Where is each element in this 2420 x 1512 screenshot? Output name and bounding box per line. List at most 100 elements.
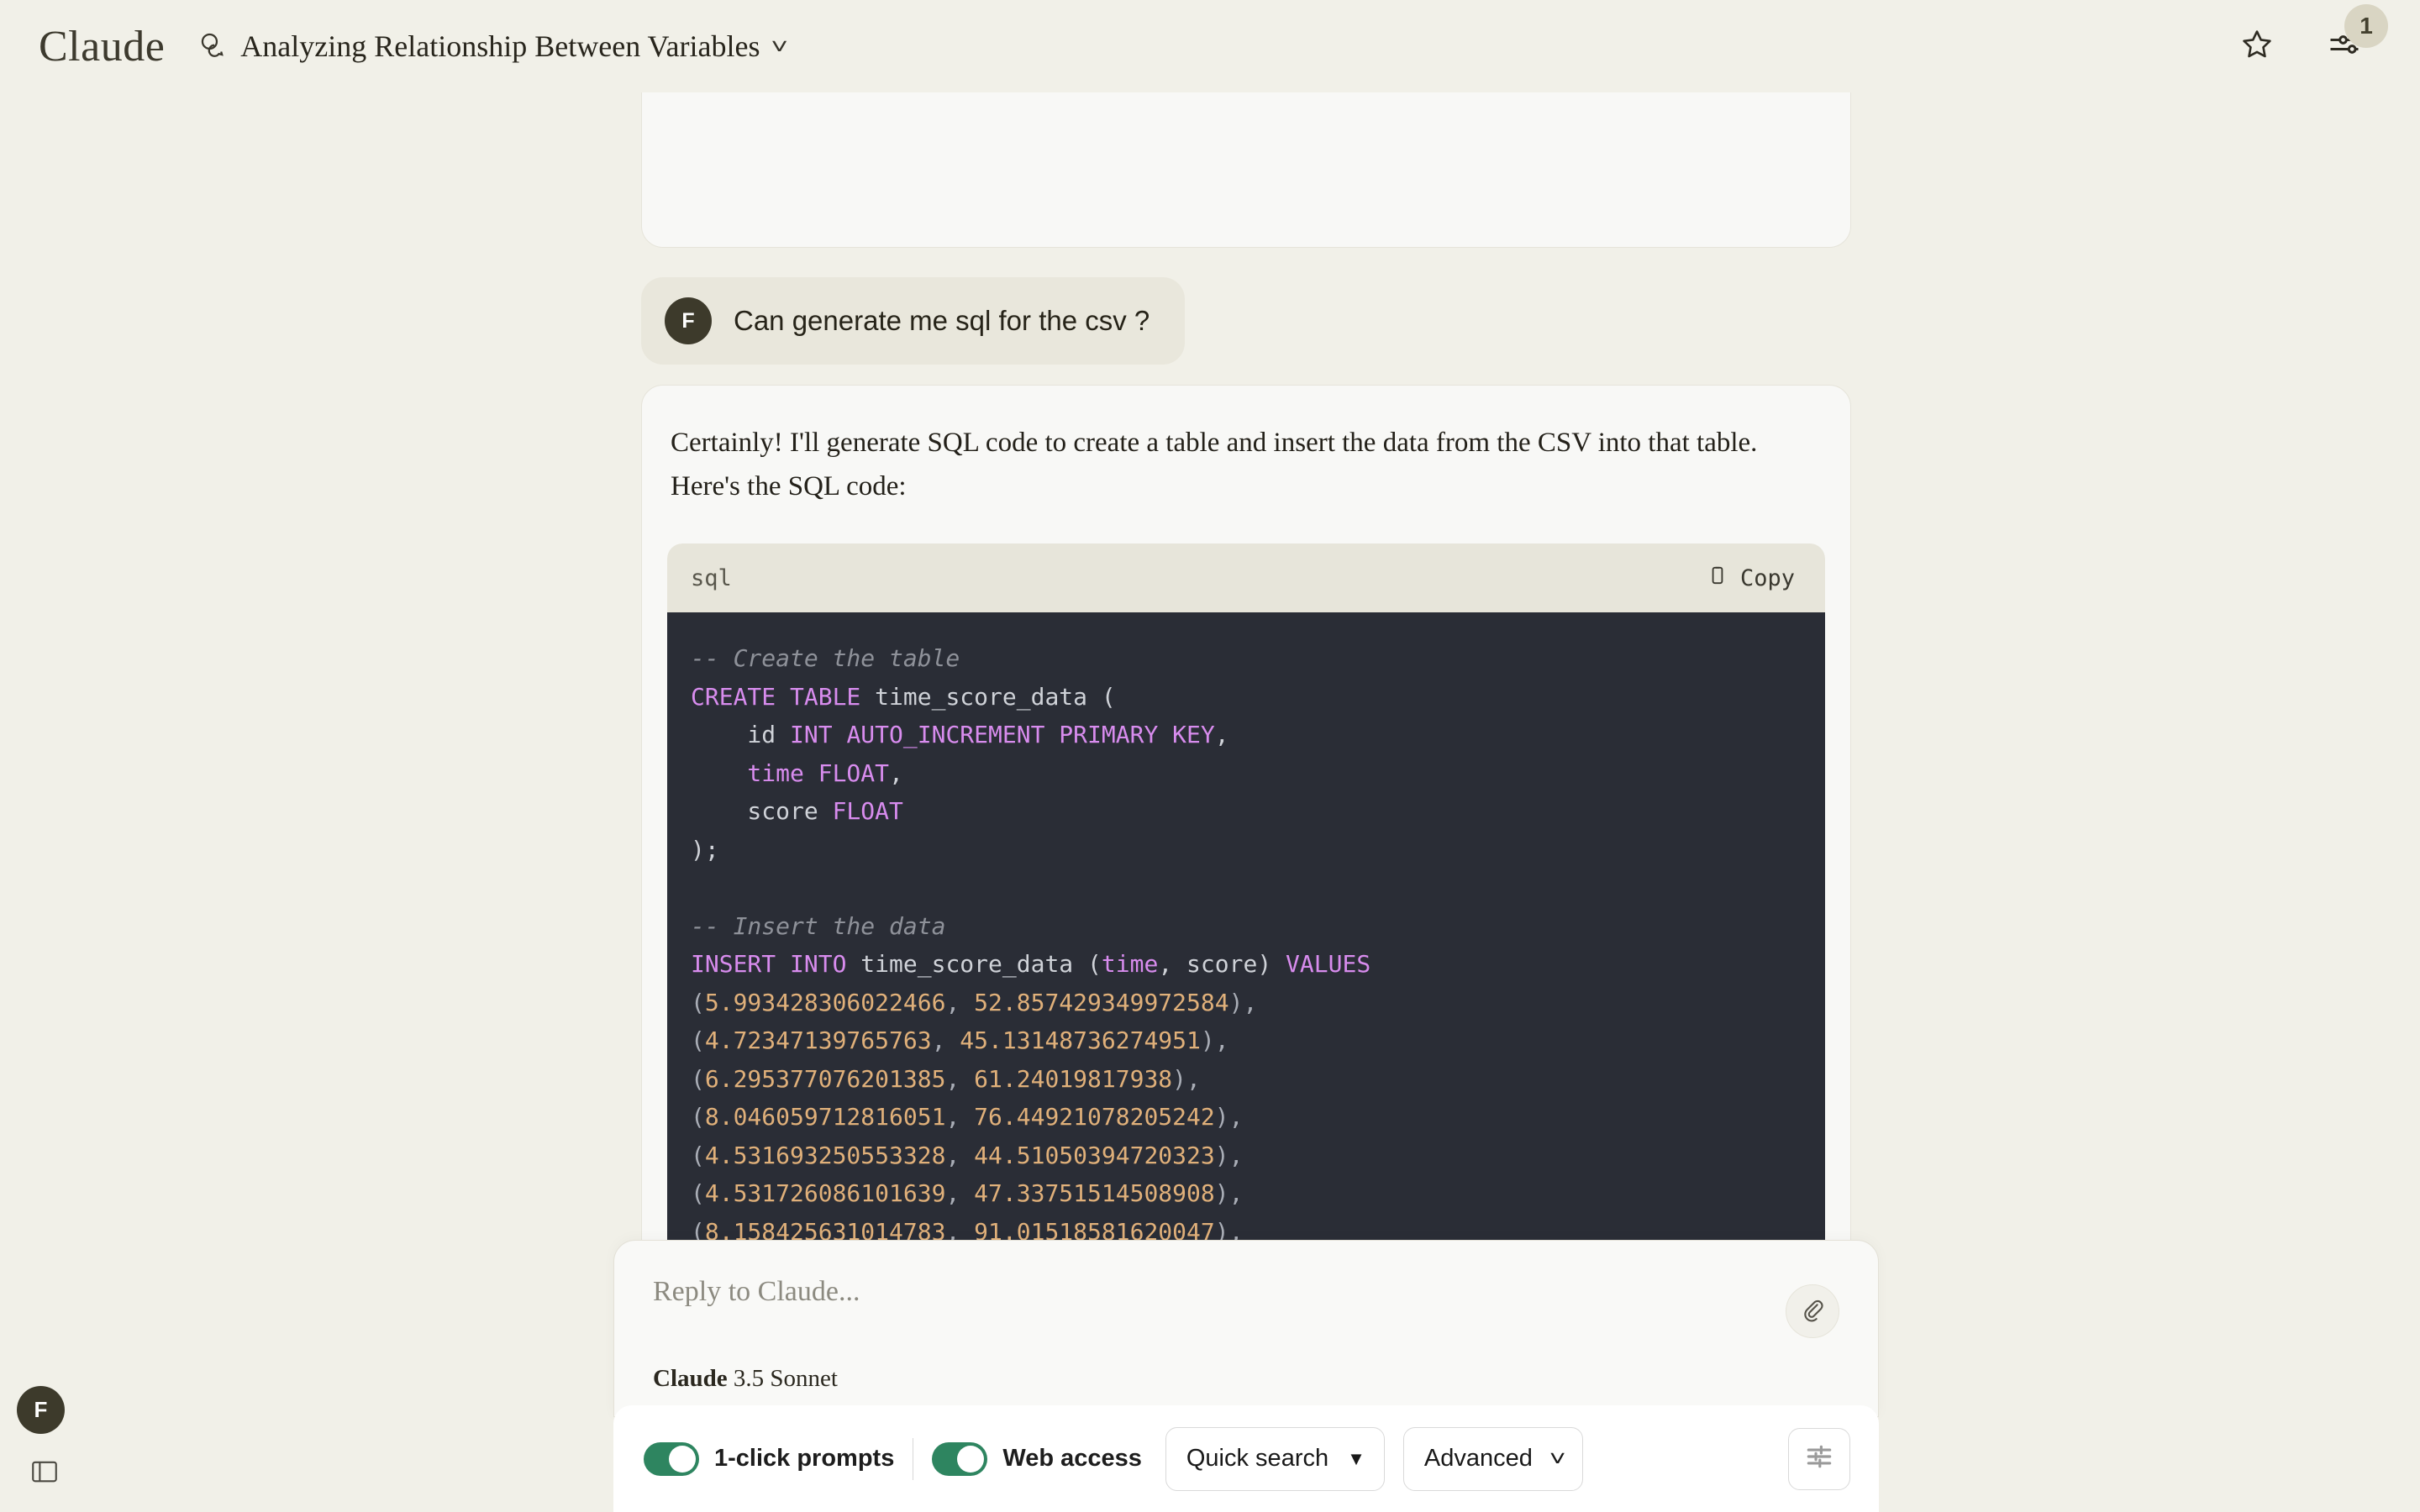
- code-punct: (: [691, 1179, 705, 1207]
- copy-label: Copy: [1739, 564, 1795, 591]
- code-value-time: 4.72347139765763: [704, 1026, 932, 1054]
- toggle-web-access[interactable]: [932, 1441, 988, 1476]
- code-comment: -- Insert the data: [691, 911, 946, 940]
- code-token: time_score_data (: [846, 950, 1102, 978]
- user-message-row: F Can generate me sql for the csv ?: [641, 277, 1851, 365]
- code-line: CREATE TABLE time_score_data (: [667, 678, 1825, 717]
- code-value-score: 52.857429349972584: [974, 988, 1229, 1016]
- code-line: (4.531693250553328, 44.51050394720323),: [667, 1137, 1825, 1175]
- code-token: time: [691, 759, 818, 787]
- floating-user-avatar[interactable]: F: [17, 1386, 65, 1434]
- user-message-text: Can generate me sql for the csv ?: [734, 305, 1150, 336]
- label-web-access: Web access: [1002, 1445, 1142, 1472]
- code-punct: ,: [945, 1064, 975, 1093]
- code-token: INT AUTO_INCREMENT PRIMARY KEY: [790, 721, 1215, 748]
- code-value-time: 4.531693250553328: [704, 1141, 946, 1169]
- extension-settings-button[interactable]: [1788, 1427, 1850, 1490]
- code-token: CREATE TABLE: [691, 682, 861, 711]
- extension-toolbar: 1-click prompts Web access Quick search …: [613, 1405, 1879, 1512]
- code-line: time FLOAT,: [667, 754, 1825, 793]
- star-button[interactable]: [2233, 23, 2281, 70]
- code-punct: ,: [945, 1179, 975, 1207]
- code-punct: ,: [945, 1141, 975, 1169]
- code-punct: (: [691, 1103, 705, 1131]
- model-version: 3.5 Sonnet: [733, 1365, 838, 1392]
- quick-search-value: Quick search: [1186, 1445, 1329, 1472]
- code-line: -- Insert the data: [667, 907, 1825, 946]
- claude-chat-window: Claude Analyzing Relationship Between Va…: [0, 0, 2420, 1512]
- code-punct: ,: [931, 1026, 960, 1054]
- code-token: INSERT INTO: [691, 950, 847, 978]
- code-punct: ),: [1214, 1103, 1244, 1131]
- code-line: (5.993428306022466, 52.857429349972584),: [667, 984, 1825, 1022]
- code-line: -- Create the table: [667, 639, 1825, 678]
- code-line: score FLOAT: [667, 792, 1825, 831]
- code-punct: (: [691, 1064, 705, 1093]
- sliders-icon: [1803, 1441, 1835, 1477]
- code-punct: ),: [1200, 1026, 1229, 1054]
- code-token: id: [691, 721, 791, 748]
- code-line: INSERT INTO time_score_data (time, score…: [667, 945, 1825, 984]
- code-value-score: 76.44921078205242: [974, 1103, 1215, 1131]
- code-block-header: sql Copy: [667, 543, 1825, 612]
- app-logo[interactable]: Claude: [39, 22, 165, 71]
- code-line: (8.046059712816051, 76.44921078205242),: [667, 1098, 1825, 1137]
- label-1-click-prompts: 1-click prompts: [714, 1445, 895, 1472]
- code-punct: (: [691, 1026, 705, 1054]
- code-punct: ,: [945, 988, 975, 1016]
- advanced-value: Advanced: [1423, 1445, 1533, 1472]
- code-token: ,: [889, 759, 903, 787]
- code-value-time: 6.295377076201385: [704, 1064, 946, 1093]
- code-token: , score): [1158, 950, 1286, 978]
- quick-search-select[interactable]: Quick search ▼: [1165, 1426, 1385, 1491]
- code-punct: ),: [1228, 988, 1258, 1016]
- chat-title-dropdown[interactable]: Analyzing Relationship Between Variables…: [198, 29, 789, 64]
- star-icon: [2239, 27, 2275, 66]
- code-token: VALUES: [1286, 950, 1371, 978]
- chat-title-text: Analyzing Relationship Between Variables: [240, 29, 760, 63]
- code-language-label: sql: [691, 564, 732, 591]
- code-comment: -- Create the table: [691, 644, 960, 672]
- paperclip-icon: [1800, 1297, 1825, 1326]
- reply-input[interactable]: Reply to Claude...: [653, 1276, 1839, 1328]
- code-value-time: 5.993428306022466: [704, 988, 946, 1016]
- chevron-down-icon: ˅: [1549, 1446, 1566, 1471]
- model-name: Claude: [653, 1365, 728, 1392]
- attach-file-button[interactable]: [1786, 1284, 1839, 1338]
- copy-code-button[interactable]: Copy: [1707, 564, 1795, 592]
- toggle-1-click-prompts[interactable]: [644, 1441, 699, 1476]
- code-punct: ,: [945, 1103, 975, 1131]
- toggle-knob: [669, 1445, 696, 1473]
- reply-composer[interactable]: Reply to Claude... Claude 3.5 Sonnet: [613, 1240, 1879, 1417]
- topbar-actions: 1: [2233, 4, 2388, 70]
- sidebar-toggle-button[interactable]: [32, 1461, 57, 1483]
- assistant-intro-text: Certainly! I'll generate SQL code to cre…: [671, 428, 1758, 501]
- settings-badge: 1: [2344, 4, 2388, 48]
- chevron-down-icon: ˅: [771, 34, 789, 59]
- code-value-time: 8.046059712816051: [704, 1103, 946, 1131]
- code-punct: ),: [1214, 1179, 1244, 1207]
- model-selector[interactable]: Claude 3.5 Sonnet: [653, 1365, 1839, 1393]
- code-token: score: [691, 797, 833, 825]
- code-value-time: 4.531726086101639: [704, 1179, 946, 1207]
- panel-left-icon: [32, 1461, 57, 1486]
- code-token: ,: [1214, 721, 1229, 748]
- code-line: (4.531726086101639, 47.33751514508908),: [667, 1174, 1825, 1213]
- code-token: time_score_data (: [860, 682, 1116, 711]
- code-punct: (: [691, 988, 705, 1016]
- chevron-down-icon: ▼: [1347, 1447, 1365, 1469]
- code-punct: ),: [1214, 1141, 1244, 1169]
- top-bar: Claude Analyzing Relationship Between Va…: [0, 0, 2420, 92]
- code-value-score: 44.51050394720323: [974, 1141, 1215, 1169]
- settings-button[interactable]: 1: [2321, 4, 2388, 70]
- code-line: id INT AUTO_INCREMENT PRIMARY KEY,: [667, 716, 1825, 754]
- code-token: FLOAT: [818, 759, 890, 787]
- clipboard-icon: [1707, 564, 1728, 592]
- user-avatar: F: [665, 297, 712, 344]
- code-value-score: 47.33751514508908: [974, 1179, 1215, 1207]
- code-value-score: 45.13148736274951: [960, 1026, 1201, 1054]
- user-message-bubble: F Can generate me sql for the csv ?: [641, 277, 1186, 365]
- code-line: (6.295377076201385, 61.24019817938),: [667, 1060, 1825, 1099]
- advanced-select[interactable]: Advanced ˅: [1402, 1426, 1584, 1491]
- code-punct: (: [691, 1141, 705, 1169]
